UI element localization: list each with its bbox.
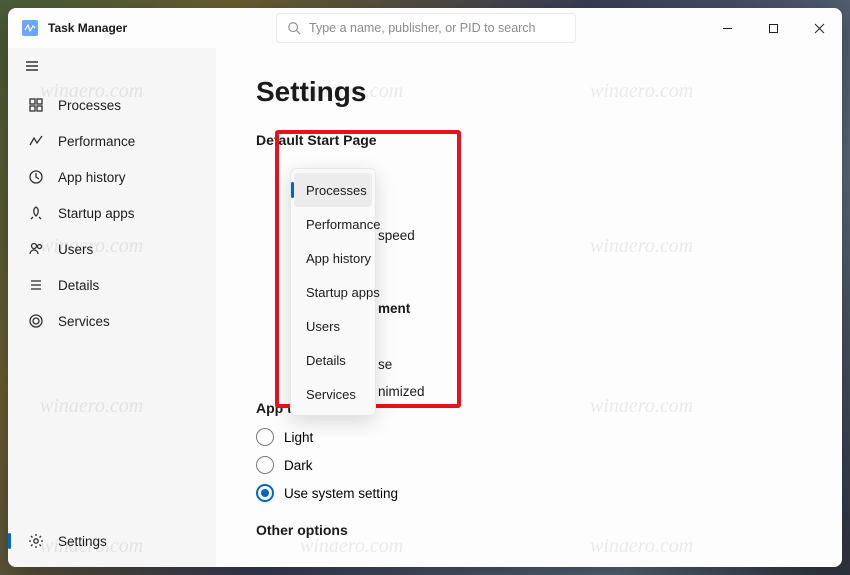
gear-icon: [28, 533, 44, 549]
window-title: Task Manager: [48, 21, 127, 35]
dropdown-item-users[interactable]: Users: [294, 309, 372, 343]
sidebar-item-details[interactable]: Details: [12, 267, 212, 303]
sidebar-item-label: Services: [58, 314, 110, 329]
dropdown-item-label: Details: [306, 353, 346, 368]
performance-icon: [28, 133, 44, 149]
dropdown-item-label: Processes: [306, 183, 367, 198]
section-update-speed-peek: speed: [378, 228, 415, 243]
sidebar-item-label: Performance: [58, 134, 135, 149]
sidebar-item-label: Users: [58, 242, 93, 257]
option-minimized-peek: nimized: [378, 384, 425, 399]
dropdown-item-label: Startup apps: [306, 285, 380, 300]
sidebar-item-processes[interactable]: Processes: [12, 87, 212, 123]
dropdown-item-label: Users: [306, 319, 340, 334]
radio-icon: [256, 456, 274, 474]
users-icon: [28, 241, 44, 257]
nav: Processes Performance App history Startu…: [8, 85, 216, 339]
hamburger-button[interactable]: [8, 48, 216, 85]
dropdown-item-label: App history: [306, 251, 371, 266]
task-manager-window: Task Manager Type a name, publisher, or …: [8, 8, 842, 567]
search-wrap: Type a name, publisher, or PID to search: [268, 13, 704, 43]
radio-icon: [256, 428, 274, 446]
sidebar-item-label: Processes: [58, 98, 121, 113]
sidebar-item-performance[interactable]: Performance: [12, 123, 212, 159]
radio-label: Light: [284, 430, 313, 445]
sidebar-item-label: Details: [58, 278, 99, 293]
close-button[interactable]: [796, 8, 842, 48]
radio-label: Dark: [284, 458, 313, 473]
search-icon: [287, 21, 301, 35]
radio-icon: [256, 484, 274, 502]
sidebar-item-label: Settings: [58, 534, 107, 549]
sidebar-item-app-history[interactable]: App history: [12, 159, 212, 195]
titlebar: Task Manager Type a name, publisher, or …: [8, 8, 842, 48]
theme-option-system[interactable]: Use system setting: [256, 484, 802, 502]
maximize-button[interactable]: [750, 8, 796, 48]
list-icon: [28, 277, 44, 293]
sidebar: Processes Performance App history Startu…: [8, 48, 216, 567]
dropdown-item-startup-apps[interactable]: Startup apps: [294, 275, 372, 309]
default-start-page-dropdown[interactable]: Processes Performance App history Startu…: [290, 168, 376, 416]
services-icon: [28, 313, 44, 329]
dropdown-item-performance[interactable]: Performance: [294, 207, 372, 241]
app-icon: [22, 20, 38, 36]
sidebar-item-startup-apps[interactable]: Startup apps: [12, 195, 212, 231]
dropdown-item-details[interactable]: Details: [294, 343, 372, 377]
section-other-options: Other options: [256, 522, 802, 538]
sidebar-spacer: [8, 339, 216, 523]
search-input[interactable]: Type a name, publisher, or PID to search: [276, 13, 576, 43]
dropdown-item-services[interactable]: Services: [294, 377, 372, 411]
sidebar-item-users[interactable]: Users: [12, 231, 212, 267]
section-window-management-peek: ment: [378, 301, 410, 316]
dropdown-item-label: Performance: [306, 217, 380, 232]
option-hide-peek: se: [378, 357, 392, 372]
history-icon: [28, 169, 44, 185]
sidebar-item-settings[interactable]: Settings: [12, 523, 212, 559]
page-title: Settings: [256, 76, 802, 108]
startup-icon: [28, 205, 44, 221]
titlebar-left: Task Manager: [8, 20, 268, 36]
window-body: Processes Performance App history Startu…: [8, 48, 842, 567]
sidebar-item-label: App history: [58, 170, 126, 185]
section-default-start-page: Default Start Page: [256, 132, 802, 148]
theme-option-light[interactable]: Light: [256, 428, 802, 446]
grid-icon: [28, 97, 44, 113]
theme-option-dark[interactable]: Dark: [256, 456, 802, 474]
radio-label: Use system setting: [284, 486, 398, 501]
dropdown-item-processes[interactable]: Processes: [294, 173, 372, 207]
sidebar-item-services[interactable]: Services: [12, 303, 212, 339]
search-placeholder: Type a name, publisher, or PID to search: [309, 21, 536, 35]
window-controls: [704, 8, 842, 48]
sidebar-item-label: Startup apps: [58, 206, 135, 221]
dropdown-item-label: Services: [306, 387, 356, 402]
dropdown-item-app-history[interactable]: App history: [294, 241, 372, 275]
minimize-button[interactable]: [704, 8, 750, 48]
